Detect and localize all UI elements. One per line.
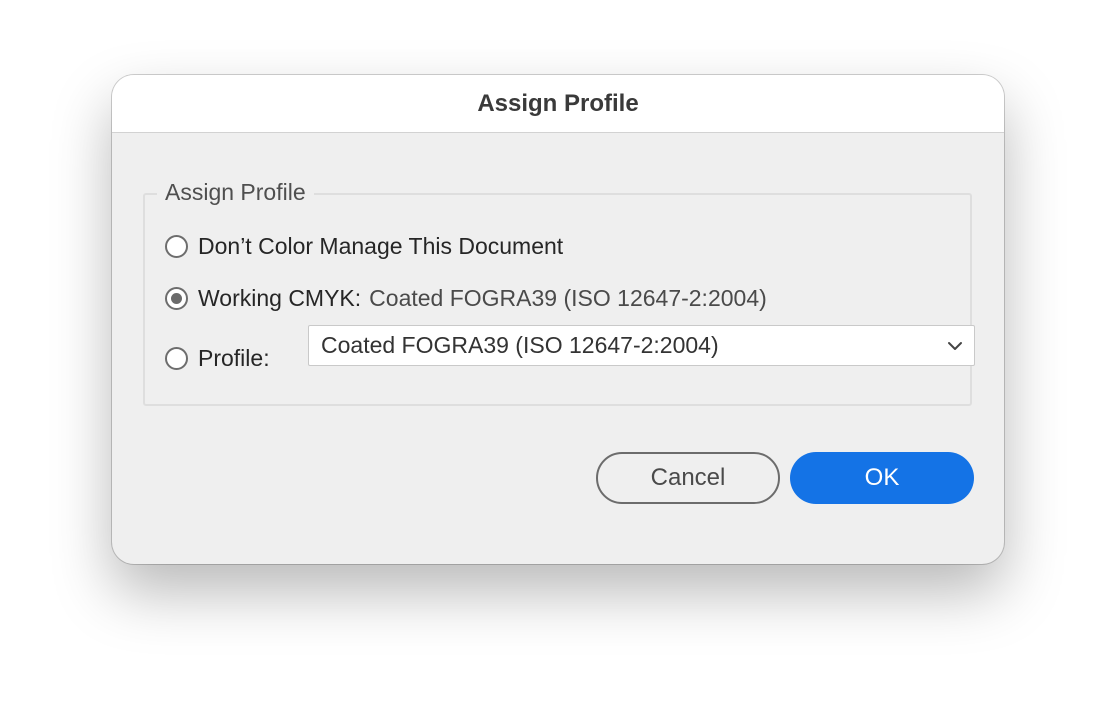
option-working-cmyk[interactable]: Working CMYK: Coated FOGRA39 (ISO 12647-… — [165, 285, 767, 312]
assign-profile-group: Assign Profile Don’t Color Manage This D… — [143, 179, 975, 406]
profile-select-value: Coated FOGRA39 (ISO 12647-2:2004) — [321, 332, 719, 358]
assign-profile-dialog: Assign Profile Assign Profile Don’t Colo… — [112, 75, 1004, 564]
dialog-title: Assign Profile — [477, 89, 639, 117]
dialog-titlebar: Assign Profile — [112, 75, 1004, 133]
option-profile-label[interactable]: Profile: — [198, 345, 270, 372]
profile-select[interactable]: Coated FOGRA39 (ISO 12647-2:2004) — [308, 325, 975, 366]
option-dont-color-manage-label[interactable]: Don’t Color Manage This Document — [198, 233, 563, 260]
radio-dont-color-manage[interactable] — [165, 235, 188, 258]
radio-profile[interactable] — [165, 347, 188, 370]
radio-working-cmyk[interactable] — [165, 287, 188, 310]
working-cmyk-value: Coated FOGRA39 (ISO 12647-2:2004) — [369, 285, 767, 311]
cancel-button[interactable]: Cancel — [596, 452, 780, 504]
ok-button[interactable]: OK — [790, 452, 974, 504]
option-working-cmyk-label[interactable]: Working CMYK: — [198, 285, 361, 312]
chevron-down-icon — [948, 342, 962, 350]
option-profile[interactable]: Profile: Coated FOGRA39 (ISO 12647-2:200… — [165, 325, 975, 372]
group-label: Assign Profile — [157, 179, 314, 206]
option-dont-color-manage[interactable]: Don’t Color Manage This Document — [165, 233, 563, 260]
